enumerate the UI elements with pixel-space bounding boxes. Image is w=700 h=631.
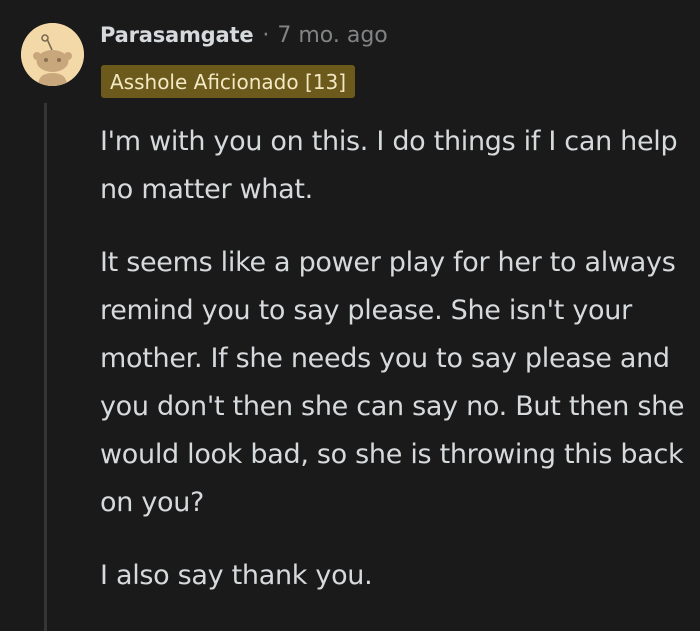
author-name[interactable]: Parasamgate bbox=[100, 23, 254, 47]
comment-paragraph: It seems like a power play for her to al… bbox=[100, 247, 685, 518]
comment-paragraph: I'm with you on this. I do things if I c… bbox=[100, 126, 678, 205]
comment-body: I'm with you on this. I do things if I c… bbox=[100, 118, 690, 625]
snoo-avatar-icon bbox=[21, 23, 84, 86]
timestamp[interactable]: 7 mo. ago bbox=[277, 23, 387, 48]
user-avatar[interactable] bbox=[21, 23, 84, 86]
thread-line[interactable] bbox=[44, 103, 47, 631]
comment-paragraph: I also say thank you. bbox=[100, 560, 373, 591]
user-flair: Asshole Aficionado [13] bbox=[101, 65, 355, 98]
comment-meta: Parasamgate · 7 mo. ago bbox=[100, 18, 388, 52]
comment: Parasamgate · 7 mo. ago Asshole Aficiona… bbox=[0, 0, 700, 631]
meta-separator: · bbox=[262, 22, 270, 48]
